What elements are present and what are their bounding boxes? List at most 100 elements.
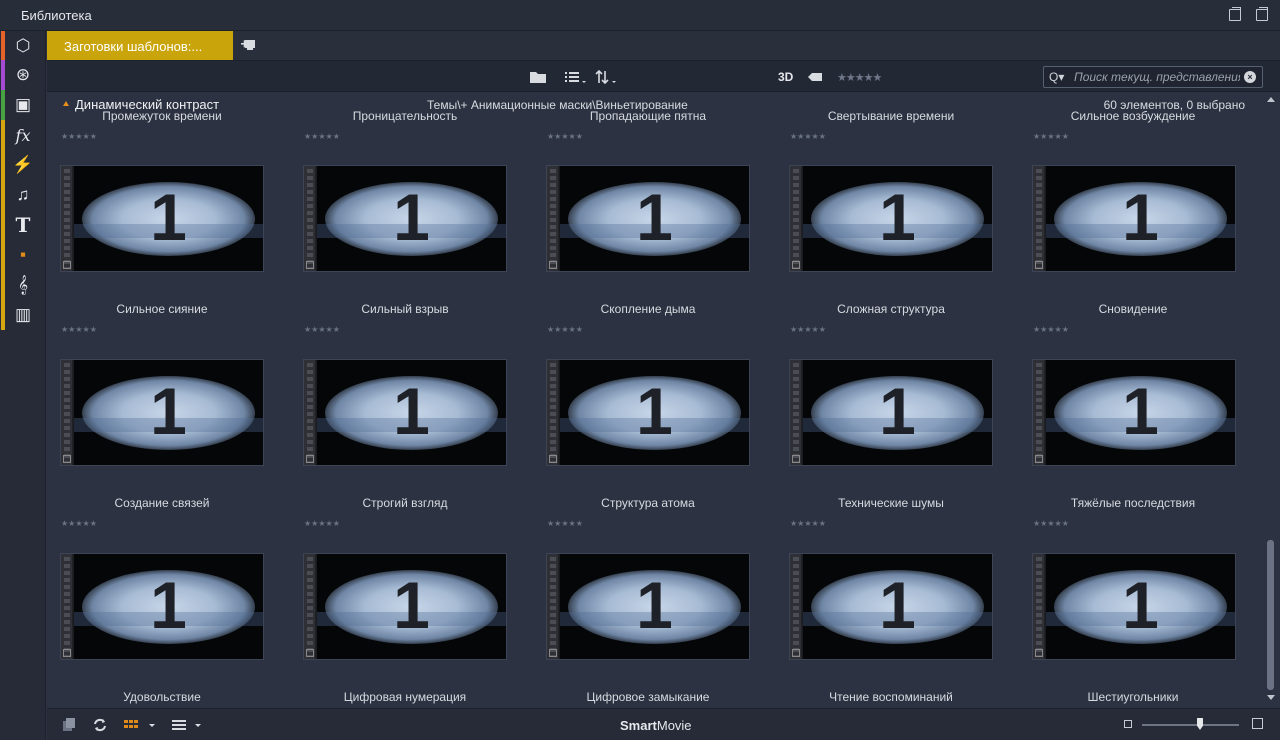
search-input[interactable] [1074, 68, 1240, 86]
grid-view-icon[interactable] [123, 717, 157, 733]
film-strip [1033, 166, 1045, 271]
sidebar-item-treble-clef[interactable]: 𝄞 [0, 270, 46, 300]
item-rating[interactable]: ★★★★★ [1033, 519, 1069, 528]
item-rating[interactable]: ★★★★★ [61, 325, 97, 334]
template-thumbnail[interactable]: 1 [790, 554, 992, 659]
item-rating[interactable]: ★★★★★ [547, 519, 583, 528]
thumbnail-image: 1 [1046, 360, 1235, 465]
countdown-number: 1 [636, 568, 673, 642]
thumbnail-corner-icon [549, 261, 557, 269]
item-rating[interactable]: ★★★★★ [1033, 132, 1069, 141]
zoom-slider-handle[interactable] [1197, 718, 1203, 730]
sidebar-item-music-note[interactable]: ♫ [0, 180, 46, 210]
sidebar-item-piano[interactable]: ▥ [0, 300, 46, 330]
film-strip [790, 554, 802, 659]
item-rating[interactable]: ★★★★★ [790, 519, 826, 528]
tag-icon[interactable] [807, 68, 823, 86]
template-thumbnail[interactable]: 1 [304, 554, 506, 659]
countdown-number: 1 [393, 180, 430, 254]
template-thumbnail[interactable]: 1 [547, 554, 749, 659]
sidebar-item-photo-stack[interactable]: ▣ [0, 90, 46, 120]
thumbnail-corner-icon [306, 261, 314, 269]
item-label: Структура атома [601, 496, 695, 510]
film-strip [547, 554, 559, 659]
template-thumbnail[interactable]: 1 [1033, 554, 1235, 659]
list-mode-icon[interactable] [171, 717, 205, 733]
thumbnail-corner-icon [306, 649, 314, 657]
sidebar-color-bar [1, 150, 5, 180]
collapse-triangle-icon[interactable] [63, 101, 69, 106]
undock-icon[interactable] [1229, 7, 1241, 21]
scrollbar-thumb[interactable] [1267, 540, 1274, 690]
item-rating[interactable]: ★★★★★ [1033, 325, 1069, 334]
sidebar-item-transition[interactable]: ⚡ [0, 150, 46, 180]
rating-filter[interactable]: ★★★★★ [837, 68, 882, 86]
film-strip [304, 360, 316, 465]
countdown-number: 1 [879, 180, 916, 254]
restore-icon[interactable] [1256, 7, 1268, 21]
list-view-icon[interactable] [564, 68, 588, 86]
template-thumbnail[interactable]: 1 [790, 166, 992, 271]
tab-templates[interactable]: Заготовки шаблонов:... [47, 31, 233, 60]
item-rating[interactable]: ★★★★★ [547, 325, 583, 334]
sidebar-item-film-reel[interactable]: ⊛ [0, 60, 46, 90]
film-strip [790, 166, 802, 271]
sidebar-item-montage[interactable]: ▪ [0, 240, 46, 270]
thumbnail-image: 1 [74, 166, 263, 271]
fx-icon: fx [15, 125, 31, 145]
scroll-up-icon[interactable] [1267, 97, 1275, 102]
zoom-out-icon[interactable] [1124, 720, 1132, 728]
toolbar: 3D ★★★★★ Q▾ × [47, 60, 1280, 92]
film-strip [61, 554, 73, 659]
bottom-bar: SmartMovie [47, 708, 1280, 740]
search-icon[interactable]: Q▾ [1049, 70, 1064, 84]
template-thumbnail[interactable]: 1 [547, 166, 749, 271]
item-rating[interactable]: ★★★★★ [304, 325, 340, 334]
zoom-in-icon[interactable] [1252, 718, 1263, 729]
item-rating[interactable]: ★★★★★ [61, 132, 97, 141]
item-label: Строгий взгляд [362, 496, 448, 510]
sort-icon[interactable] [595, 68, 619, 86]
library-window: Библиотека ⬡ ⊛ ▣ fx ⚡ ♫ T ▪ 𝄞 ▥ Заготовки шаблоно… [0, 0, 1280, 740]
item-rating[interactable]: ★★★★★ [790, 132, 826, 141]
sidebar-item-title-text[interactable]: T [0, 210, 46, 240]
template-thumbnail[interactable]: 1 [61, 166, 263, 271]
scrollbar[interactable] [1262, 92, 1280, 708]
scroll-down-icon[interactable] [1267, 695, 1275, 700]
zoom-slider[interactable] [1142, 724, 1239, 726]
item-rating[interactable]: ★★★★★ [61, 519, 97, 528]
template-thumbnail[interactable]: 1 [304, 360, 506, 465]
film-strip [1033, 360, 1045, 465]
treble-clef-icon: 𝄞 [17, 275, 29, 294]
template-thumbnail[interactable]: 1 [1033, 360, 1235, 465]
thumbnail-corner-icon [63, 649, 71, 657]
countdown-number: 1 [1122, 568, 1159, 642]
template-thumbnail[interactable]: 1 [61, 554, 263, 659]
template-thumbnail[interactable]: 1 [304, 166, 506, 271]
item-rating[interactable]: ★★★★★ [790, 325, 826, 334]
template-thumbnail[interactable]: 1 [790, 360, 992, 465]
item-rating[interactable]: ★★★★★ [547, 132, 583, 141]
box-icon: ⬡ [15, 36, 31, 55]
3d-toggle[interactable]: 3D [778, 68, 793, 86]
film-reel-icon: ⊛ [15, 65, 31, 84]
template-thumbnail[interactable]: 1 [547, 360, 749, 465]
copy-icon[interactable] [61, 717, 77, 733]
search-box[interactable]: Q▾ × [1043, 66, 1263, 88]
sidebar-item-box[interactable]: ⬡ [0, 31, 46, 61]
sidebar-item-fx[interactable]: fx [0, 120, 46, 150]
add-tab-icon[interactable] [240, 37, 256, 53]
sidebar: ⬡ ⊛ ▣ fx ⚡ ♫ T ▪ 𝄞 ▥ [0, 31, 46, 740]
sidebar-color-bar [1, 31, 5, 61]
sync-icon[interactable] [92, 717, 108, 733]
item-label: Удовольствие [123, 690, 201, 704]
smartmovie-label[interactable]: SmartMovie [620, 718, 692, 733]
sidebar-color-bar [1, 270, 5, 300]
folder-icon[interactable] [529, 68, 547, 86]
clear-search-icon[interactable]: × [1244, 71, 1256, 83]
template-thumbnail[interactable]: 1 [1033, 166, 1235, 271]
thumbnail-image: 1 [803, 360, 992, 465]
template-thumbnail[interactable]: 1 [61, 360, 263, 465]
item-rating[interactable]: ★★★★★ [304, 132, 340, 141]
item-rating[interactable]: ★★★★★ [304, 519, 340, 528]
